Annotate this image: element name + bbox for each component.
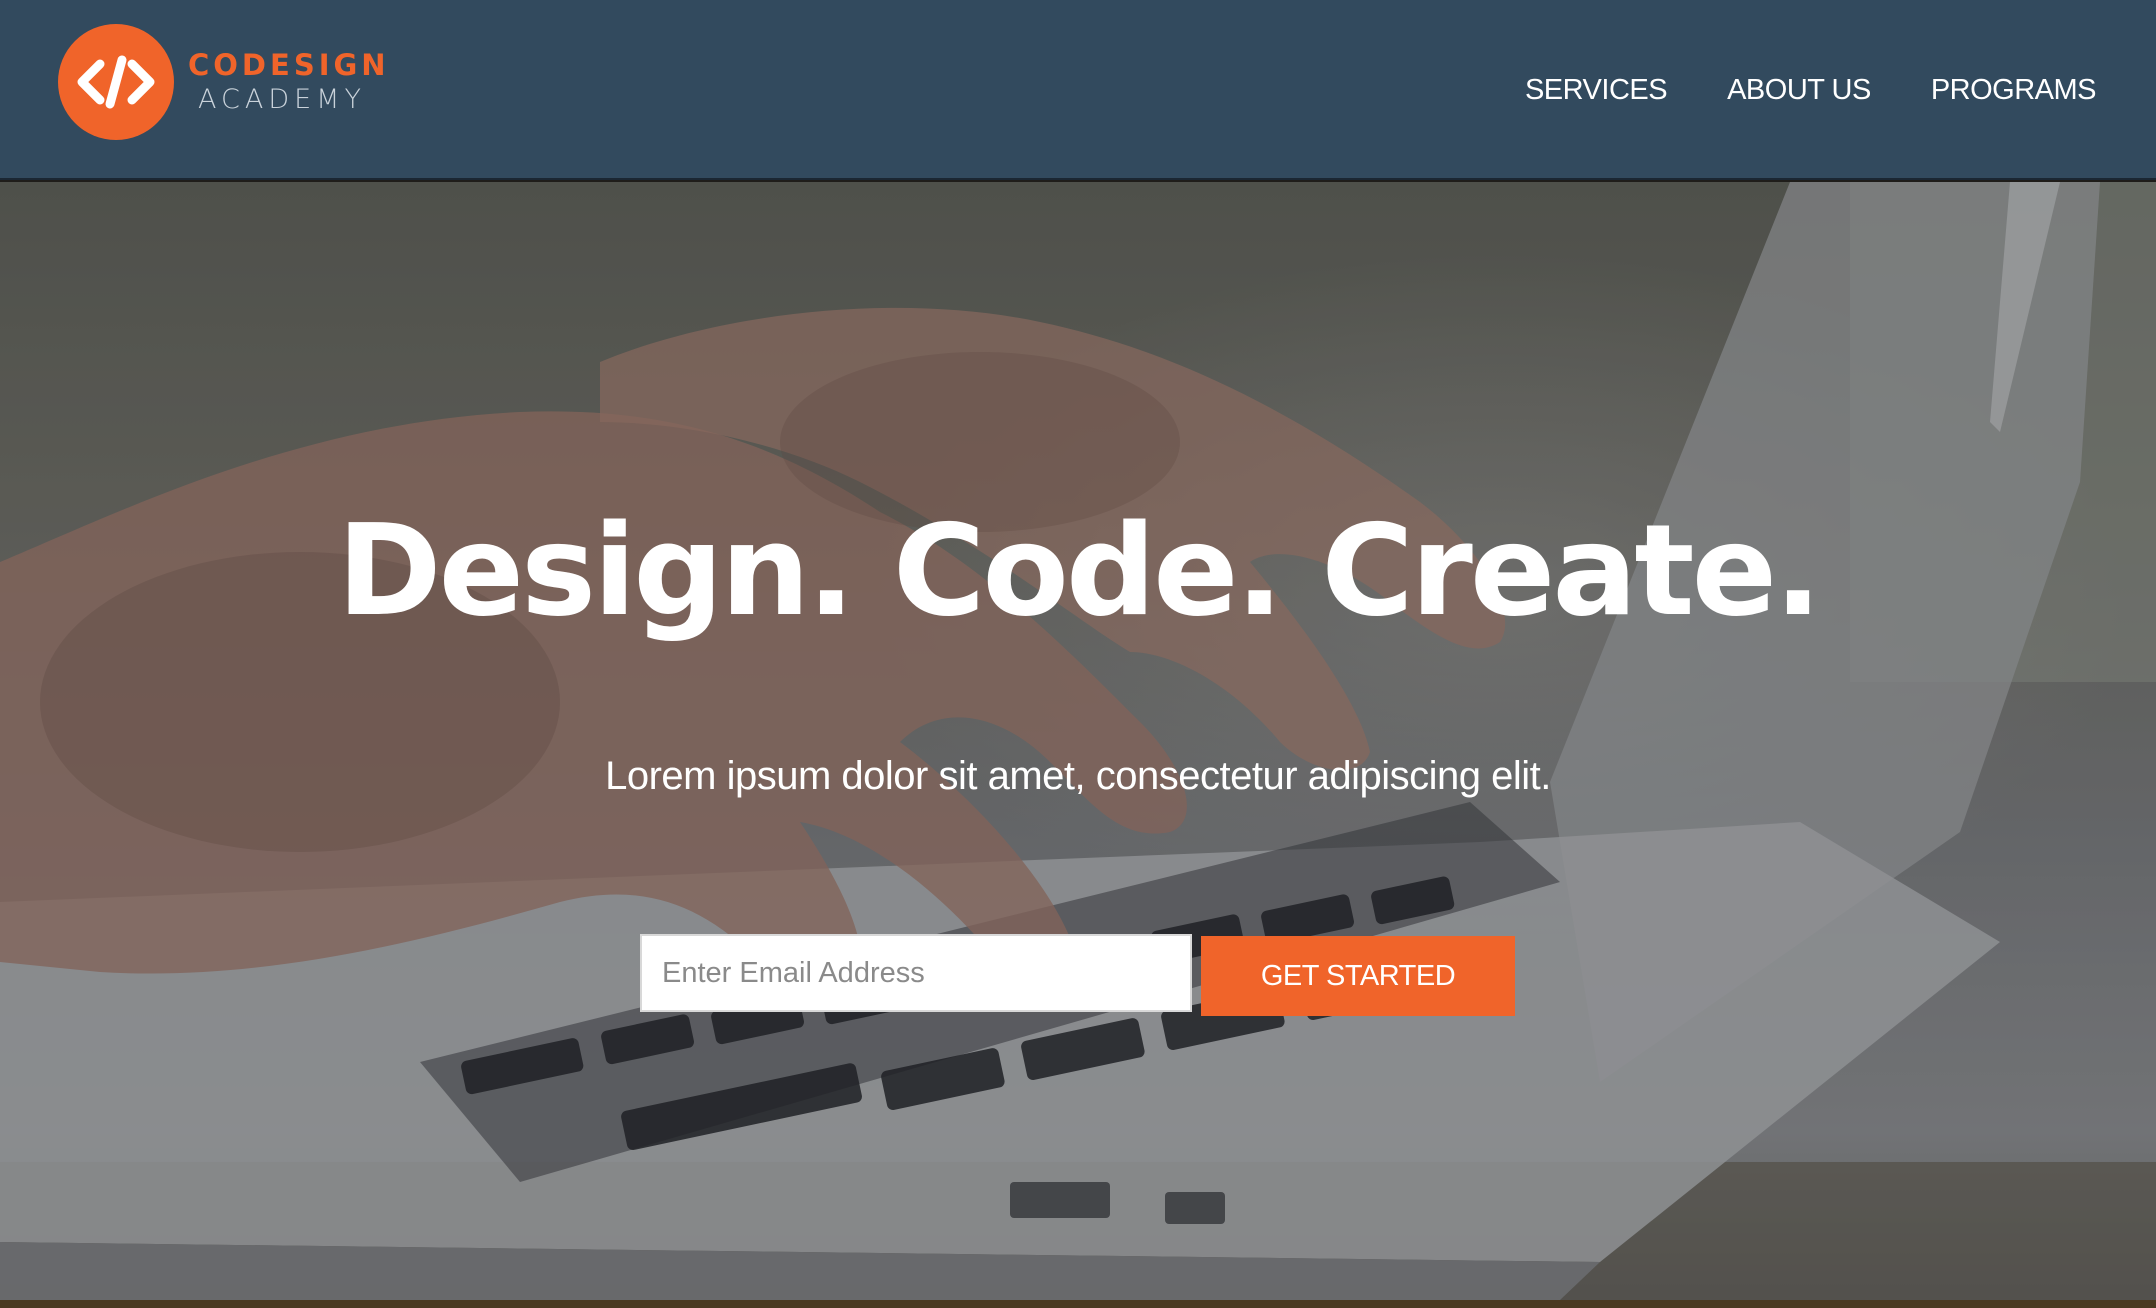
- nav-link-services[interactable]: SERVICES: [1525, 74, 1668, 107]
- next-section-edge: [0, 1300, 2156, 1308]
- logo-name-primary: CODESIGN: [188, 48, 390, 82]
- nav-link-programs[interactable]: PROGRAMS: [1931, 74, 2097, 107]
- logo-name-secondary: ACADEMY: [198, 84, 366, 115]
- site-header: CODESIGN ACADEMY SERVICES ABOUT US PROGR…: [0, 0, 2156, 180]
- code-brackets-icon: [58, 24, 174, 140]
- get-started-button[interactable]: GET STARTED: [1201, 936, 1515, 1016]
- main-nav: SERVICES ABOUT US PROGRAMS: [1465, 74, 2097, 107]
- logo[interactable]: CODESIGN ACADEMY: [58, 24, 390, 140]
- hero-subtitle: Lorem ipsum dolor sit amet, consectetur …: [605, 754, 1551, 798]
- email-input[interactable]: [640, 934, 1192, 1012]
- hero-overlay: [0, 182, 2156, 1300]
- logo-wordmark: CODESIGN ACADEMY: [188, 48, 390, 115]
- hero-title: Design. Code. Create.: [337, 497, 1822, 644]
- hero-section: Design. Code. Create. Lorem ipsum dolor …: [0, 182, 2156, 1300]
- nav-link-about-us[interactable]: ABOUT US: [1727, 74, 1871, 107]
